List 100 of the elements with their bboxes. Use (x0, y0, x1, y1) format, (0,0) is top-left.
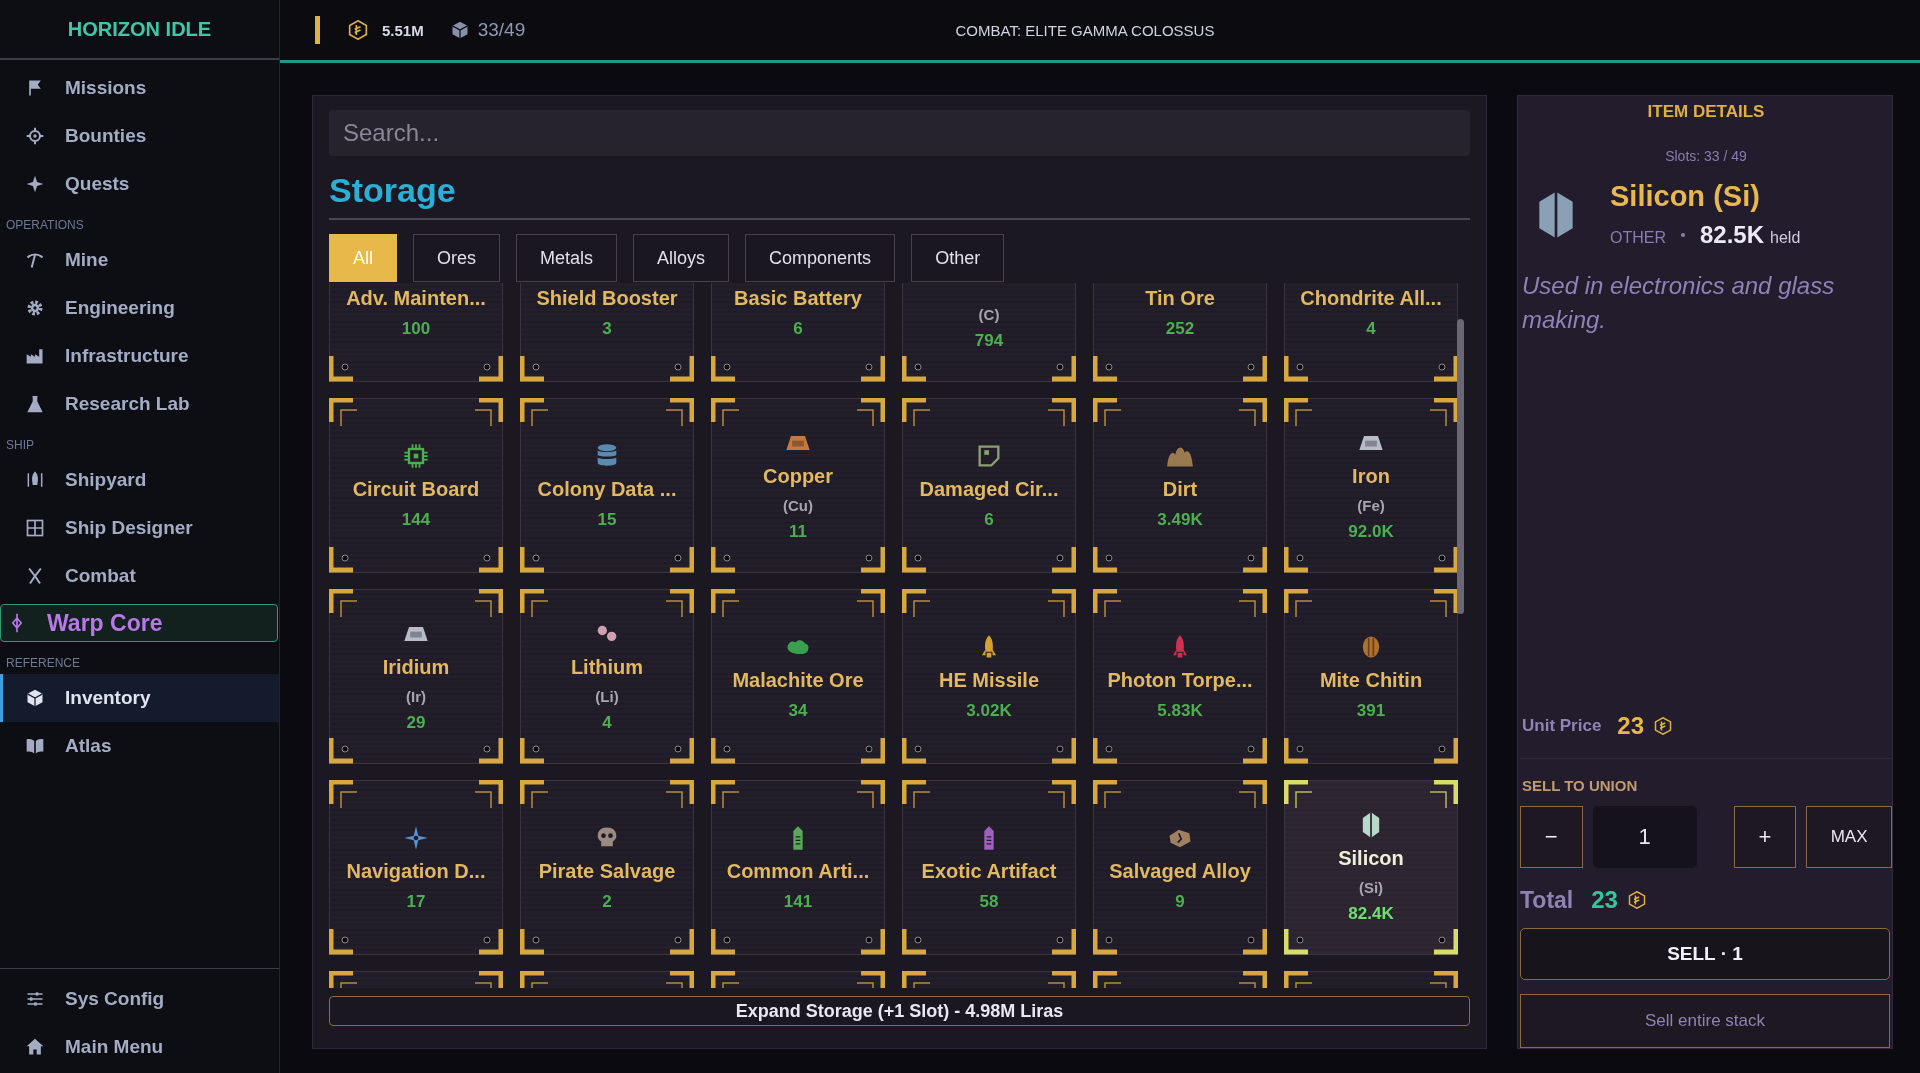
item-card[interactable]: Mite Chitin 391 (1284, 589, 1458, 764)
item-card[interactable]: Common Arti... 141 (711, 780, 885, 955)
item-count: 3.02K (966, 700, 1012, 721)
sidebar-item[interactable]: Ship Designer (0, 504, 279, 552)
item-card[interactable]: Photon Torpe... 5.83K (1093, 589, 1267, 764)
item-count: 4 (602, 713, 612, 733)
item-card[interactable]: Tin Ore 252 (1093, 283, 1267, 382)
item-name: Silicon (Si) (1610, 180, 1761, 213)
item-card[interactable]: Salvaged Alloy 9 (1093, 780, 1267, 955)
filter-tab[interactable]: Metals (516, 234, 618, 282)
item-card[interactable]: Basic Battery 6 (711, 283, 885, 382)
held-amount: 82.5K (1700, 221, 1765, 249)
unit-price: 23 (1617, 712, 1645, 740)
item-name: Iron (1352, 465, 1390, 489)
item-card[interactable]: Exotic Artifact 58 (902, 780, 1076, 955)
increase-button[interactable]: + (1733, 806, 1797, 868)
item-card[interactable]: Adv. Mainten... 100 (329, 283, 503, 382)
item-symbol: (Fe) (1357, 497, 1385, 514)
sell-stack-button[interactable]: Sell entire stack (1520, 994, 1890, 1048)
item-card[interactable]: Colony Data ... 15 (520, 398, 694, 573)
total-amount: 23 (1591, 886, 1618, 914)
item-card[interactable]: Iron (Fe) 92.0K (1284, 398, 1458, 573)
item-card[interactable]: Lithium (Li) 4 (520, 589, 694, 764)
item-count: 100 (401, 318, 431, 339)
flask-icon (25, 394, 45, 414)
sidebar-item[interactable]: Quests (0, 160, 279, 208)
money-amount: 5.51M (382, 21, 424, 39)
item-count: 17 (406, 891, 426, 912)
expand-storage-button[interactable]: Expand Storage (+1 Slot) - 4.98M Liras (329, 996, 1470, 1026)
total-label: Total (1520, 886, 1574, 914)
sidebar-item[interactable]: Infrastructure (0, 332, 279, 380)
item-count: 15 (597, 509, 617, 530)
item-name: Chondrite All... (1300, 286, 1442, 311)
item-card[interactable]: HE Missile 3.02K (902, 589, 1076, 764)
item-count: 252 (1165, 318, 1195, 339)
sidebar-item[interactable]: Main Menu (0, 1023, 279, 1071)
item-name: Colony Data ... (537, 477, 677, 502)
item-card[interactable]: Dirt 3.49K (1093, 398, 1267, 573)
filter-tab[interactable]: Alloys (633, 234, 730, 282)
item-name: Malachite Ore (732, 668, 864, 693)
item-card[interactable]: Malachite Ore 34 (711, 589, 885, 764)
item-card[interactable]: Iridium (Ir) 29 (329, 589, 503, 764)
sidebar-item[interactable]: Atlas (0, 722, 279, 770)
item-card[interactable]: Navigation D... 17 (329, 780, 503, 955)
item-count: 29 (406, 713, 426, 733)
item-count: 58 (979, 891, 999, 912)
section-heading: SELL TO UNION (1522, 777, 1639, 794)
held-label: held (1770, 229, 1801, 247)
item-name: Copper (763, 465, 833, 489)
sidebar-item[interactable]: Missions (0, 64, 279, 112)
item-card[interactable]: Pirate Salvage 2 (520, 780, 694, 955)
item-count: 141 (783, 891, 813, 912)
item-card[interactable]: (C) 794 (902, 283, 1076, 382)
item-count: 11 (789, 522, 807, 542)
accent-bar (315, 16, 320, 44)
item-name: Dirt (1162, 477, 1198, 502)
app-title: HORIZON IDLE (0, 0, 279, 60)
filter-tab[interactable]: Other (911, 234, 1005, 282)
sidebar-item[interactable]: Inventory (0, 674, 279, 722)
item-symbol: (Li) (595, 688, 619, 705)
separator-dot (1681, 233, 1685, 237)
factory-icon (25, 346, 45, 366)
item-name: Salvaged Alloy (1109, 859, 1251, 884)
sidebar-item[interactable]: Sys Config (0, 975, 279, 1023)
sidebar-item[interactable]: Research Lab (0, 380, 279, 428)
sidebar-item[interactable]: Warp Core (0, 604, 278, 642)
sell-button[interactable]: SELL · 1 (1520, 928, 1890, 980)
item-card[interactable]: Copper (Cu) 11 (711, 398, 885, 573)
item-symbol: (Si) (1358, 879, 1384, 896)
book-icon (25, 736, 45, 756)
item-symbol: (Cu) (783, 497, 813, 514)
sidebar-item[interactable]: Shipyard (0, 456, 279, 504)
combat-status: COMBAT: ELITE GAMMA COLOSSUS (955, 21, 1215, 39)
max-button[interactable]: MAX (1806, 806, 1892, 868)
item-card[interactable]: Circuit Board 144 (329, 398, 503, 573)
item-count: 3 (602, 318, 612, 339)
filter-tab[interactable]: Components (745, 234, 896, 282)
item-name: Basic Battery (734, 286, 862, 311)
slot-count: 33/49 (477, 19, 526, 41)
item-card[interactable]: Chondrite All... 4 (1284, 283, 1458, 382)
home-icon (25, 1037, 45, 1057)
quantity-field[interactable]: 1 (1592, 806, 1697, 868)
pickaxe-icon (25, 250, 45, 270)
filter-tab[interactable]: Ores (413, 234, 501, 282)
chip-icon (402, 441, 430, 470)
coin-icon (348, 20, 368, 40)
search-field[interactable]: Search... (329, 110, 1470, 156)
sidebar-item[interactable]: Bounties (0, 112, 279, 160)
sidebar-item[interactable]: Mine (0, 236, 279, 284)
sidebar-item[interactable]: Engineering (0, 284, 279, 332)
item-name: Damaged Cir... (919, 477, 1059, 502)
item-card[interactable]: Silicon (Si) 82.4K (1284, 780, 1458, 955)
item-name: Common Arti... (726, 859, 870, 884)
item-card[interactable]: Shield Booster 3 (520, 283, 694, 382)
item-card[interactable]: Damaged Cir... 6 (902, 398, 1076, 573)
decrease-button[interactable]: − (1520, 806, 1583, 868)
item-count: 2 (602, 891, 612, 912)
sidebar-item[interactable]: Combat (0, 552, 279, 600)
slot-count: Slots: 33 / 49 (1664, 148, 1748, 164)
item-name: Mite Chitin (1319, 668, 1423, 693)
